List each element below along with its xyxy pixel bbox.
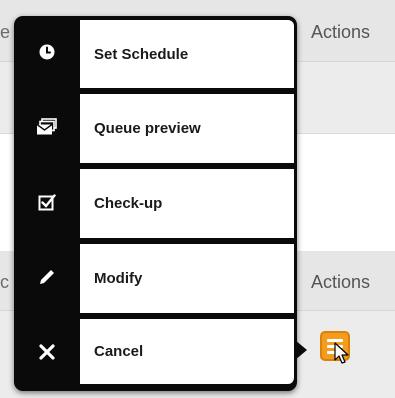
- stacked-mail-icon: [14, 91, 80, 163]
- actions-column-header: Actions: [311, 272, 371, 292]
- menu-pointer-arrow: [295, 340, 307, 360]
- close-icon: [14, 316, 80, 388]
- menu-item-queue-preview[interactable]: Queue preview: [14, 91, 297, 163]
- clock-icon: [14, 16, 80, 88]
- column-header-fragment: c: [0, 272, 9, 292]
- menu-item-check-up[interactable]: Check-up: [14, 166, 297, 238]
- actions-popup-menu: Set Schedule Queue preview Check-up Modi…: [14, 16, 297, 391]
- menu-item-label: Queue preview: [80, 94, 294, 163]
- checkbox-icon: [14, 166, 80, 238]
- menu-item-label: Check-up: [80, 169, 294, 238]
- menu-item-cancel[interactable]: Cancel: [14, 316, 297, 388]
- menu-item-label: Modify: [80, 244, 294, 313]
- mouse-cursor-icon: [334, 342, 349, 364]
- menu-item-label: Cancel: [80, 319, 294, 384]
- menu-item-modify[interactable]: Modify: [14, 241, 297, 313]
- menu-item-set-schedule[interactable]: Set Schedule: [14, 16, 297, 88]
- menu-item-label: Set Schedule: [80, 20, 294, 88]
- actions-column-header: Actions: [311, 22, 371, 42]
- pencil-icon: [14, 241, 80, 313]
- column-header-fragment: e: [0, 22, 11, 42]
